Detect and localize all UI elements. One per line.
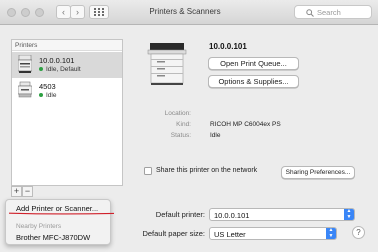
minimize-window-button[interactable] [21,8,30,17]
printer-list: Printers 10.0.0.101 Idle, Default 4503 I… [11,39,123,186]
paper-size-value: US Letter [214,230,246,239]
annotation-underline [9,212,114,215]
status-dot-icon [39,67,43,72]
grid-icon [94,8,104,16]
kind-value: RICOH MP C6004ex PS [210,121,281,128]
sharing-preferences-button[interactable]: Sharing Preferences... [281,166,355,179]
printer-status: Idle, Default [39,66,81,73]
printers-scanners-window: ‹ › Printers & Scanners Search Printers … [0,0,378,252]
status-label: Status: [170,132,191,139]
printer-list-item[interactable]: 4503 Idle [12,78,122,104]
kind-label: Kind: [176,121,191,128]
show-all-button[interactable] [89,5,109,19]
add-printer-popup-menu: Add Printer or Scanner... Nearby Printer… [5,199,111,245]
search-icon [306,8,314,17]
chevron-updown-icon: ▲ ▼ [326,227,336,239]
device-name: 10.0.0.101 [209,42,247,51]
printer-device-image [147,43,187,85]
nearby-printer-menu-item[interactable]: Brother MFC-J870DW [16,233,90,242]
status-dot-icon [39,93,43,98]
status-value: Idle [210,132,221,139]
window-title: Printers & Scanners [149,7,221,16]
printer-status: Idle [39,92,56,99]
share-printer-label: Share this printer on the network [156,167,258,174]
default-printer-select[interactable]: 10.0.0.101 ▲ ▼ [209,208,355,221]
title-bar: ‹ › Printers & Scanners Search [0,0,378,25]
share-printer-checkbox[interactable] [144,167,152,175]
paper-size-select[interactable]: US Letter ▲ ▼ [209,227,337,240]
paper-size-label: Default paper size: [142,229,205,238]
close-window-button[interactable] [7,8,16,17]
help-button[interactable]: ? [352,226,365,239]
open-print-queue-button[interactable]: Open Print Queue... [208,57,299,70]
add-printer-button[interactable]: + [11,186,22,197]
printer-list-item[interactable]: 10.0.0.101 Idle, Default [12,52,122,78]
chevron-updown-icon: ▲ ▼ [344,208,354,220]
printer-name: 4503 [39,82,56,91]
default-printer-label: Default printer: [155,210,205,219]
search-placeholder: Search [317,8,341,17]
default-printer-value: 10.0.0.101 [214,211,250,220]
remove-printer-button[interactable]: − [22,186,33,197]
printer-icon [18,81,32,98]
location-label: Location: [164,110,191,117]
printer-list-header: Printers [12,40,122,51]
forward-button[interactable]: › [70,5,85,19]
back-button[interactable]: ‹ [56,5,71,19]
printer-icon [18,55,32,73]
search-field[interactable]: Search [294,5,372,19]
question-icon: ? [356,228,361,237]
nearby-printers-header: Nearby Printers [16,223,62,230]
chevron-right-icon: › [76,7,79,17]
chevron-left-icon: ‹ [62,7,65,17]
zoom-window-button[interactable] [35,8,44,17]
options-supplies-button[interactable]: Options & Supplies... [208,75,299,88]
printer-name: 10.0.0.101 [39,56,75,65]
